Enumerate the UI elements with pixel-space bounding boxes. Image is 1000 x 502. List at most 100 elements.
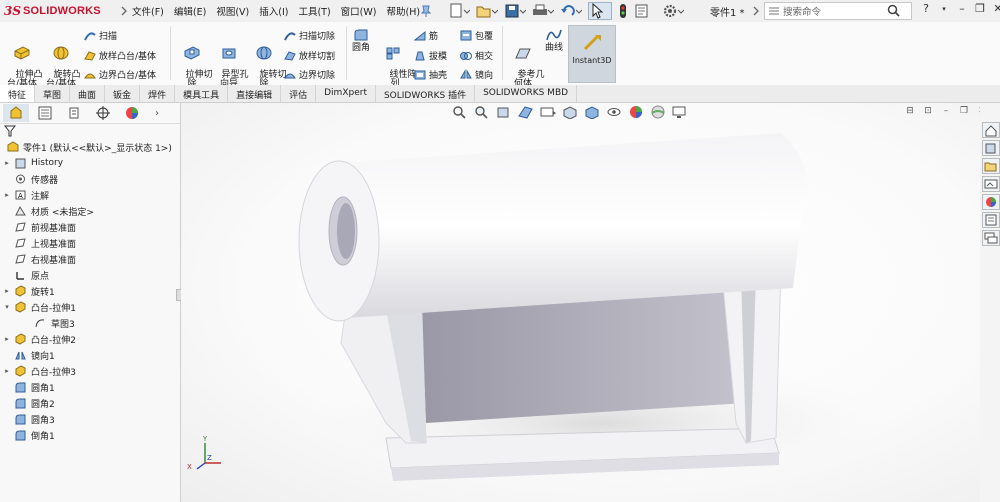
loft-boss-button[interactable]: 放样凸台/基体 bbox=[84, 48, 156, 62]
help-dropdown-icon[interactable]: ▾ bbox=[936, 5, 952, 13]
menu-window[interactable]: 窗口(W) bbox=[341, 4, 377, 18]
tree-item[interactable]: 上视基准面 bbox=[2, 235, 76, 251]
loft-cut-button[interactable]: 放样切割 bbox=[284, 48, 335, 62]
minimize-button[interactable]: – bbox=[954, 2, 970, 15]
panel-tabs-more-icon[interactable]: › bbox=[155, 108, 159, 119]
tree-item[interactable]: 圆角1 bbox=[2, 379, 55, 395]
tree-item[interactable]: 右视基准面 bbox=[2, 251, 76, 267]
solidworks-logo[interactable]: 3S SOLIDWORKS bbox=[4, 3, 101, 19]
tab-surfaces[interactable]: 曲面 bbox=[70, 85, 106, 102]
tree-expand-toggle[interactable]: ▸ bbox=[2, 191, 12, 199]
menu-edit[interactable]: 编辑(E) bbox=[174, 4, 206, 18]
help-icon[interactable]: ? bbox=[918, 2, 934, 15]
loft-cut-icon bbox=[284, 50, 296, 61]
property-manager-tab-icon[interactable] bbox=[32, 104, 58, 122]
tree-item[interactable]: ▸ A 注解 bbox=[2, 187, 49, 203]
menu-insert[interactable]: 插入(I) bbox=[259, 4, 288, 18]
close-button[interactable]: ✕ bbox=[990, 2, 1000, 15]
file-properties-icon[interactable] bbox=[634, 3, 656, 19]
menu-expand-icon[interactable] bbox=[120, 4, 128, 21]
tab-sheet-metal[interactable]: 钣金 bbox=[105, 85, 141, 102]
rib-button[interactable]: 筋 bbox=[413, 28, 438, 42]
tab-evaluate[interactable]: 评估 bbox=[281, 85, 317, 102]
tree-item[interactable]: ▸ 凸台-拉伸2 bbox=[2, 331, 76, 347]
curves-button[interactable]: 曲线 bbox=[542, 28, 566, 53]
print-icon[interactable] bbox=[532, 3, 555, 19]
tab-direct-editing[interactable]: 直接编辑 bbox=[228, 85, 282, 102]
tree-filter-box[interactable] bbox=[18, 123, 176, 135]
search-input[interactable]: 搜索命令 bbox=[783, 4, 821, 18]
tree-item[interactable]: 原点 bbox=[2, 267, 49, 283]
custom-properties-icon[interactable] bbox=[982, 212, 1000, 228]
tree-item-label: History bbox=[31, 158, 64, 168]
tree-item-label: 上视基准面 bbox=[31, 239, 77, 250]
tree-expand-toggle[interactable]: ▸ bbox=[2, 367, 12, 375]
dimxpert-manager-tab-icon[interactable] bbox=[90, 104, 116, 122]
instant3d-button[interactable]: Instant3D bbox=[568, 25, 616, 83]
search-commands-box[interactable]: 搜索命令 bbox=[764, 2, 912, 20]
menu-help[interactable]: 帮助(H) bbox=[386, 4, 420, 18]
tree-item[interactable]: 倒角1 bbox=[2, 427, 55, 443]
configuration-manager-tab-icon[interactable] bbox=[61, 104, 87, 122]
restore-button[interactable]: ❐ bbox=[972, 2, 988, 15]
tree-item[interactable]: 镜向1 bbox=[2, 347, 55, 363]
tab-features[interactable]: 特征 bbox=[0, 85, 36, 102]
select-arrow-icon[interactable] bbox=[588, 2, 612, 20]
tab-mold-tools[interactable]: 模具工具 bbox=[175, 85, 229, 102]
tree-item[interactable]: 圆角2 bbox=[2, 395, 55, 411]
forum-icon[interactable] bbox=[982, 230, 1000, 246]
part-3d-model[interactable] bbox=[181, 103, 980, 502]
tab-dimxpert[interactable]: DimXpert bbox=[316, 85, 376, 102]
options-gear-icon[interactable] bbox=[662, 3, 685, 19]
wrap-button[interactable]: 包覆 bbox=[460, 28, 493, 42]
tab-solidworks-addins[interactable]: SOLIDWORKS 插件 bbox=[376, 85, 476, 102]
save-icon[interactable] bbox=[504, 3, 527, 19]
feature-manager-tab-icon[interactable] bbox=[3, 104, 29, 122]
draft-button[interactable]: 拔模 bbox=[414, 48, 447, 62]
boundary-boss-button[interactable]: 边界凸台/基体 bbox=[84, 67, 156, 81]
tree-item[interactable]: 圆角3 bbox=[2, 411, 55, 427]
tree-expand-toggle[interactable]: ▾ bbox=[2, 303, 12, 311]
tree-item[interactable]: ▾ 凸台-拉伸1 bbox=[2, 299, 76, 315]
file-explorer-icon[interactable] bbox=[982, 158, 1000, 174]
tab-solidworks-mbd[interactable]: SOLIDWORKS MBD bbox=[475, 85, 578, 102]
tree-expand-toggle[interactable]: ▸ bbox=[2, 159, 12, 167]
pin-icon[interactable] bbox=[420, 4, 432, 21]
menu-view[interactable]: 视图(V) bbox=[216, 4, 249, 18]
sweep-cut-button[interactable]: 扫描切除 bbox=[284, 28, 335, 42]
search-icon[interactable] bbox=[887, 4, 900, 17]
tree-item[interactable]: 材质 <未指定> bbox=[2, 203, 94, 219]
intersect-button[interactable]: 相交 bbox=[460, 48, 493, 62]
open-folder-icon[interactable] bbox=[476, 3, 499, 19]
tree-item[interactable]: ▸ 凸台-拉伸3 bbox=[2, 363, 76, 379]
shell-button[interactable]: 抽壳 bbox=[414, 67, 447, 81]
undo-icon[interactable] bbox=[560, 3, 583, 19]
sweep-button[interactable]: 扫描 bbox=[84, 28, 117, 42]
design-library-icon[interactable] bbox=[982, 140, 1000, 156]
menu-tools[interactable]: 工具(T) bbox=[298, 4, 330, 18]
tree-item[interactable]: 前视基准面 bbox=[2, 219, 76, 235]
boundary-cut-button[interactable]: 边界切除 bbox=[284, 67, 335, 81]
tab-weldments[interactable]: 焊件 bbox=[140, 85, 176, 102]
tab-sketch[interactable]: 草图 bbox=[35, 85, 71, 102]
mirror-button[interactable]: 镜向 bbox=[460, 67, 493, 81]
tree-item[interactable]: ▸ 旋转1 bbox=[2, 283, 55, 299]
filter-icon[interactable] bbox=[3, 125, 17, 140]
display-manager-tab-icon[interactable] bbox=[119, 104, 145, 122]
solidworks-resources-icon[interactable] bbox=[982, 122, 1000, 138]
tree-item[interactable]: 草图3 bbox=[22, 315, 75, 331]
tree-item[interactable]: 传感器 bbox=[2, 171, 58, 187]
graphics-viewport[interactable]: ⊟ ⊡ – ❐ ✕ bbox=[181, 103, 980, 502]
feature-icon bbox=[14, 173, 27, 185]
appearances-icon[interactable] bbox=[982, 194, 1000, 210]
tree-expand-toggle[interactable]: ▸ bbox=[2, 335, 12, 343]
tree-item[interactable]: ▸ History bbox=[2, 155, 63, 171]
view-palette-icon[interactable] bbox=[982, 176, 1000, 192]
tree-root-part[interactable]: 零件1 (默认<<默认>_显示状态 1>) bbox=[4, 139, 172, 155]
tree-expand-toggle[interactable]: ▸ bbox=[2, 287, 12, 295]
new-document-icon[interactable] bbox=[448, 3, 471, 19]
menu-file[interactable]: 文件(F) bbox=[132, 4, 164, 18]
expand-search-icon[interactable] bbox=[752, 5, 760, 20]
traffic-light-icon[interactable] bbox=[618, 3, 628, 19]
fillet-button[interactable]: 圆角 bbox=[350, 28, 372, 53]
